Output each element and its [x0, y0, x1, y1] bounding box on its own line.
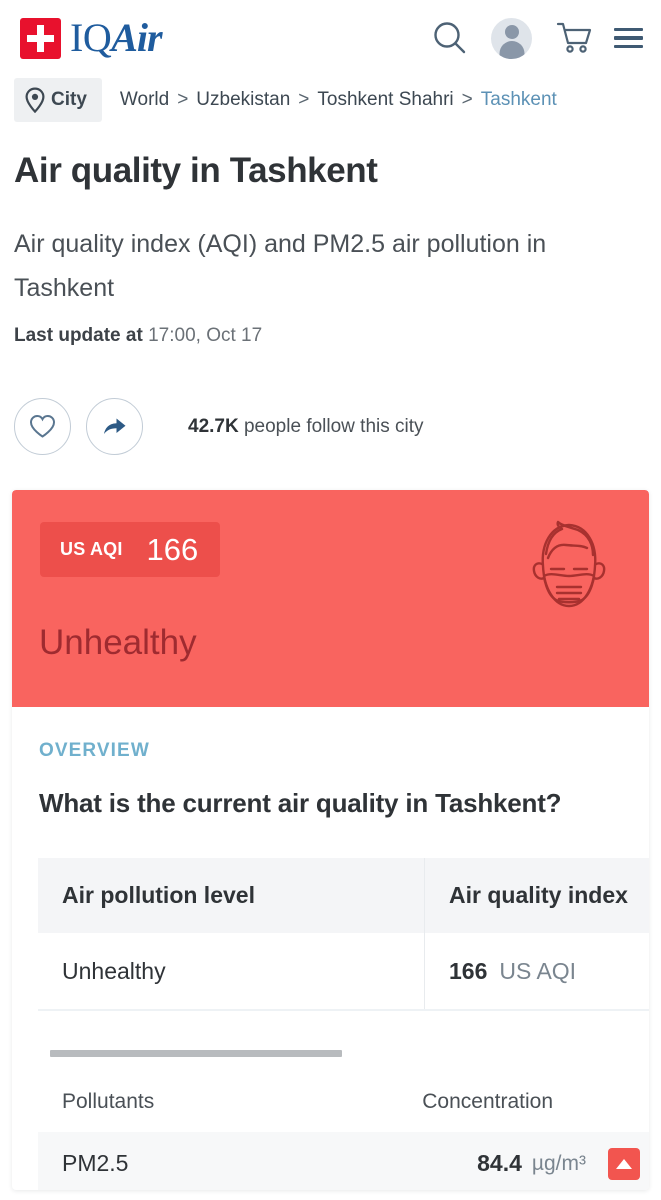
follow-row: 42.7K people follow this city	[14, 398, 424, 455]
avatar-person-icon	[491, 18, 532, 59]
header-icon-group	[430, 17, 643, 59]
page-title: Air quality in Tashkent	[14, 151, 378, 190]
account-avatar[interactable]	[491, 17, 532, 59]
logo-text-air: Air	[111, 15, 162, 60]
aqi-value: 166	[449, 957, 488, 984]
pollutant-value: 84.4	[477, 1150, 522, 1176]
follow-label: people follow this city	[243, 415, 424, 437]
breadcrumb-city-chip[interactable]: City	[14, 78, 102, 122]
summary-table-row: Unhealthy 166 US AQI	[38, 933, 649, 1011]
pollution-level-value: Unhealthy	[62, 957, 166, 984]
aqi-banner: US AQI 166 Unhealthy	[12, 490, 649, 707]
swiss-cross-icon	[20, 17, 61, 59]
search-icon[interactable]	[430, 18, 470, 58]
summary-header-pollution-level: Air pollution level	[38, 858, 424, 933]
summary-cell-pollution-level: Unhealthy	[38, 933, 424, 1009]
face-with-mask-icon	[524, 514, 614, 622]
logo-wordmark: IQAir	[70, 15, 163, 60]
breadcrumb-chip-label: City	[51, 89, 87, 110]
us-aqi-value: 166	[146, 532, 199, 567]
pollutant-name: PM2.5	[62, 1150, 129, 1176]
pollutants-table: Pollutants Concentration PM2.5 84.4 µg/m…	[38, 1072, 649, 1190]
summary-table[interactable]: Air pollution level Air quality index Un…	[38, 858, 649, 1011]
iqair-logo[interactable]: IQAir	[20, 15, 163, 60]
summary-cell-aqi: 166 US AQI	[424, 933, 649, 1009]
follow-count: 42.7K	[188, 415, 239, 437]
location-pin-icon	[25, 87, 45, 113]
table-horizontal-scrollbar[interactable]	[50, 1050, 649, 1057]
page-root: IQAir City World > Uzbekistan > Toshkent…	[0, 0, 661, 1200]
aqi-unit: US AQI	[499, 957, 577, 984]
breadcrumb-separator: >	[177, 89, 189, 110]
summary-header-cell: Air pollution level	[62, 882, 255, 908]
air-quality-card: US AQI 166 Unhealthy OVERVIEW What is th…	[12, 490, 649, 1190]
follow-count-text: 42.7K people follow this city	[188, 416, 424, 438]
pollutants-table-header: Pollutants Concentration	[38, 1072, 649, 1132]
page-subtitle: Air quality index (AQI) and PM2.5 air po…	[14, 230, 547, 302]
last-update: Last update at 17:00, Oct 17	[14, 325, 262, 347]
pollutants-header-concentration: Concentration	[422, 1090, 553, 1113]
breadcrumb-item-tashkent[interactable]: Tashkent	[481, 89, 557, 111]
pollutants-header-name: Pollutants	[62, 1090, 155, 1113]
trend-arrow-shape	[616, 1158, 632, 1169]
overview-section-label: OVERVIEW	[39, 740, 150, 761]
last-update-label: Last update at	[14, 325, 143, 346]
favorite-button[interactable]	[14, 398, 71, 455]
share-icon	[104, 418, 126, 434]
us-aqi-label: US AQI	[60, 539, 123, 559]
us-aqi-badge: US AQI 166	[40, 522, 221, 577]
breadcrumb-separator: >	[461, 89, 473, 110]
last-update-value: 17:00, Oct 17	[148, 325, 263, 346]
breadcrumb-separator: >	[298, 89, 310, 110]
breadcrumb-trail: World > Uzbekistan > Toshkent Shahri > T…	[120, 89, 557, 111]
logo-text-iq: IQ	[70, 15, 112, 60]
site-header: IQAir	[0, 0, 661, 76]
menu-icon[interactable]	[614, 27, 643, 49]
pollutant-unit: µg/m³	[531, 1151, 586, 1175]
summary-table-header: Air pollution level Air quality index	[38, 858, 649, 933]
summary-header-aqi: Air quality index	[424, 858, 649, 933]
aqi-status-text: Unhealthy	[39, 623, 197, 662]
share-button[interactable]	[86, 398, 143, 455]
table-row: PM2.5 84.4 µg/m³	[38, 1132, 649, 1190]
trend-up-icon	[608, 1147, 640, 1180]
scrollbar-thumb[interactable]	[50, 1050, 342, 1057]
heart-icon	[29, 414, 56, 438]
breadcrumb-item-toshkent-shahri[interactable]: Toshkent Shahri	[317, 89, 453, 111]
summary-header-cell: Air quality index	[449, 882, 628, 908]
breadcrumb: City World > Uzbekistan > Toshkent Shahr…	[0, 76, 661, 124]
breadcrumb-item-uzbekistan[interactable]: Uzbekistan	[196, 89, 290, 111]
overview-question: What is the current air quality in Tashk…	[39, 788, 562, 818]
cart-icon[interactable]	[553, 18, 593, 58]
breadcrumb-item-world[interactable]: World	[120, 89, 169, 111]
